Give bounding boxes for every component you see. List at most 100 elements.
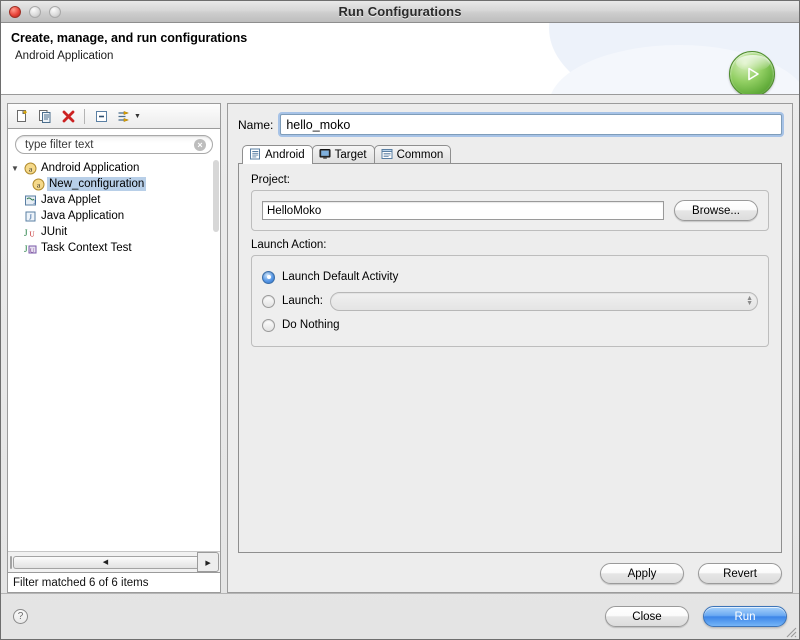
project-row: HelloMoko Browse... [262,200,758,221]
tree-item-label: Task Context Test [41,242,132,254]
task-context-test-icon: JU [22,242,39,255]
tree-item-label: JUnit [41,226,68,238]
java-application-icon: J [22,210,39,223]
launch-action-label: Launch Action: [251,239,327,251]
project-input[interactable]: HelloMoko [262,201,664,220]
search-input[interactable]: type filter text [25,139,194,151]
name-row: Name: hello_moko [238,114,782,135]
configurations-panel: ▼ type filter text × ▼ a Android Applica… [7,103,221,593]
window-title: Run Configurations [338,4,462,19]
window-titlebar: Run Configurations [1,1,799,23]
svg-text:J: J [24,228,28,238]
revert-button[interactable]: Revert [698,563,782,584]
apply-revert-row: Apply Revert [238,553,782,584]
tree-item-java-applet[interactable]: J Java Applet [8,192,220,208]
tree-item-java-application[interactable]: J Java Application [8,208,220,224]
dialog-body: ▼ type filter text × ▼ a Android Applica… [1,95,799,593]
radio-label: Launch Default Activity [282,271,399,283]
svg-text:U: U [30,247,35,254]
filter-status: Filter matched 6 of 6 items [7,573,221,593]
android-config-icon: a [30,178,47,191]
dialog-header: Create, manage, and run configurations A… [1,23,799,95]
tree-item-android-application[interactable]: ▼ a Android Application [8,160,220,176]
configuration-editor-panel: Name: hello_moko Android Target Common P… [227,103,793,593]
tab-common[interactable]: Common [373,145,452,164]
filter-field[interactable]: type filter text × [15,135,213,154]
tree-item-label: New_configuration [47,177,147,191]
radio-launch[interactable]: Launch: ▲ ▼ [262,289,758,313]
name-label: Name: [238,117,274,132]
tree-vertical-scrollbar[interactable] [212,158,220,551]
project-label: Project: [251,174,290,186]
filter-wrapper: type filter text × [8,129,220,158]
tab-label: Android [265,149,305,161]
radio-launch-default-activity[interactable]: Launch Default Activity [262,265,758,289]
run-play-icon [729,51,775,94]
svg-text:J: J [29,212,32,221]
browse-button[interactable]: Browse... [674,200,758,221]
radio-label: Launch: [282,295,323,307]
close-button[interactable] [9,5,21,18]
run-configurations-window: Run Configurations Create, manage, and r… [0,0,800,640]
tab-label: Common [396,149,444,161]
tab-target[interactable]: Target [311,145,375,164]
tree-horizontal-scrollbar[interactable]: ◀ ▶ [8,551,220,572]
common-tab-icon [381,148,393,163]
radio-button[interactable] [262,294,275,308]
scrollbar-track[interactable] [10,555,12,569]
footer-buttons: Close Run [605,606,787,627]
dialog-footer: ? Close Run [1,593,799,639]
tree-item-new-configuration[interactable]: a New_configuration [8,176,220,192]
scrollbar-thumb[interactable] [213,160,219,232]
minimize-button[interactable] [29,5,41,18]
duplicate-configuration-icon[interactable] [35,107,55,126]
name-input[interactable]: hello_moko [280,114,782,135]
target-tab-icon [319,148,331,163]
android-tab-panel: Project: HelloMoko Browse... Launch Acti… [238,163,782,553]
chevron-down-icon[interactable]: ▼ [134,113,141,120]
collapse-all-icon[interactable] [91,107,111,126]
help-icon[interactable]: ? [13,609,28,624]
window-controls [1,5,61,18]
close-button[interactable]: Close [605,606,689,627]
radio-button[interactable] [262,318,275,332]
apply-button[interactable]: Apply [600,563,684,584]
configurations-tree-box: type filter text × ▼ a Android Applicati… [7,128,221,573]
resize-grip-icon[interactable] [783,624,797,638]
tab-android[interactable]: Android [242,145,313,164]
configurations-toolbar: ▼ [7,103,221,128]
junit-icon: JU [22,226,39,239]
page-subtitle: Android Application [15,50,114,62]
tree-item-label: Android Application [41,162,140,174]
tree-item-label: Java Applet [41,194,101,206]
svg-text:J: J [24,244,28,254]
svg-text:J: J [34,199,37,206]
tab-label: Target [334,149,367,161]
radio-label: Do Nothing [282,319,340,331]
tree-item-task-context-test[interactable]: JU Task Context Test [8,240,220,256]
zoom-button[interactable] [49,5,61,18]
radio-button[interactable] [262,270,275,284]
java-applet-icon: J [22,194,39,207]
delete-configuration-icon[interactable] [58,107,78,126]
page-title: Create, manage, and run configurations [11,31,248,45]
radio-do-nothing[interactable]: Do Nothing [262,313,758,337]
launch-action-group: Launch Default Activity Launch: ▲ ▼ Do No… [251,255,769,347]
scroll-left-arrow[interactable]: ◀ [13,555,197,569]
svg-text:U: U [30,230,35,238]
android-tab-icon [249,148,261,163]
new-configuration-icon[interactable] [12,107,32,126]
toolbar-separator [84,108,85,124]
chevron-down-icon[interactable]: ▼ [8,164,22,173]
run-button[interactable]: Run [703,606,787,627]
tree-item-junit[interactable]: JU JUnit [8,224,220,240]
filter-icon[interactable] [114,107,134,126]
launch-activity-combo[interactable]: ▲ ▼ [329,291,758,311]
tree-item-label: Java Application [41,210,125,222]
stepper-icon: ▲ ▼ [746,295,753,307]
configurations-tree[interactable]: ▼ a Android Application a New_configurat… [8,158,220,551]
scroll-right-arrow[interactable]: ▶ [197,552,219,572]
project-group: HelloMoko Browse... [251,190,769,231]
tab-strip: Android Target Common [238,145,782,164]
clear-icon[interactable]: × [194,138,206,151]
